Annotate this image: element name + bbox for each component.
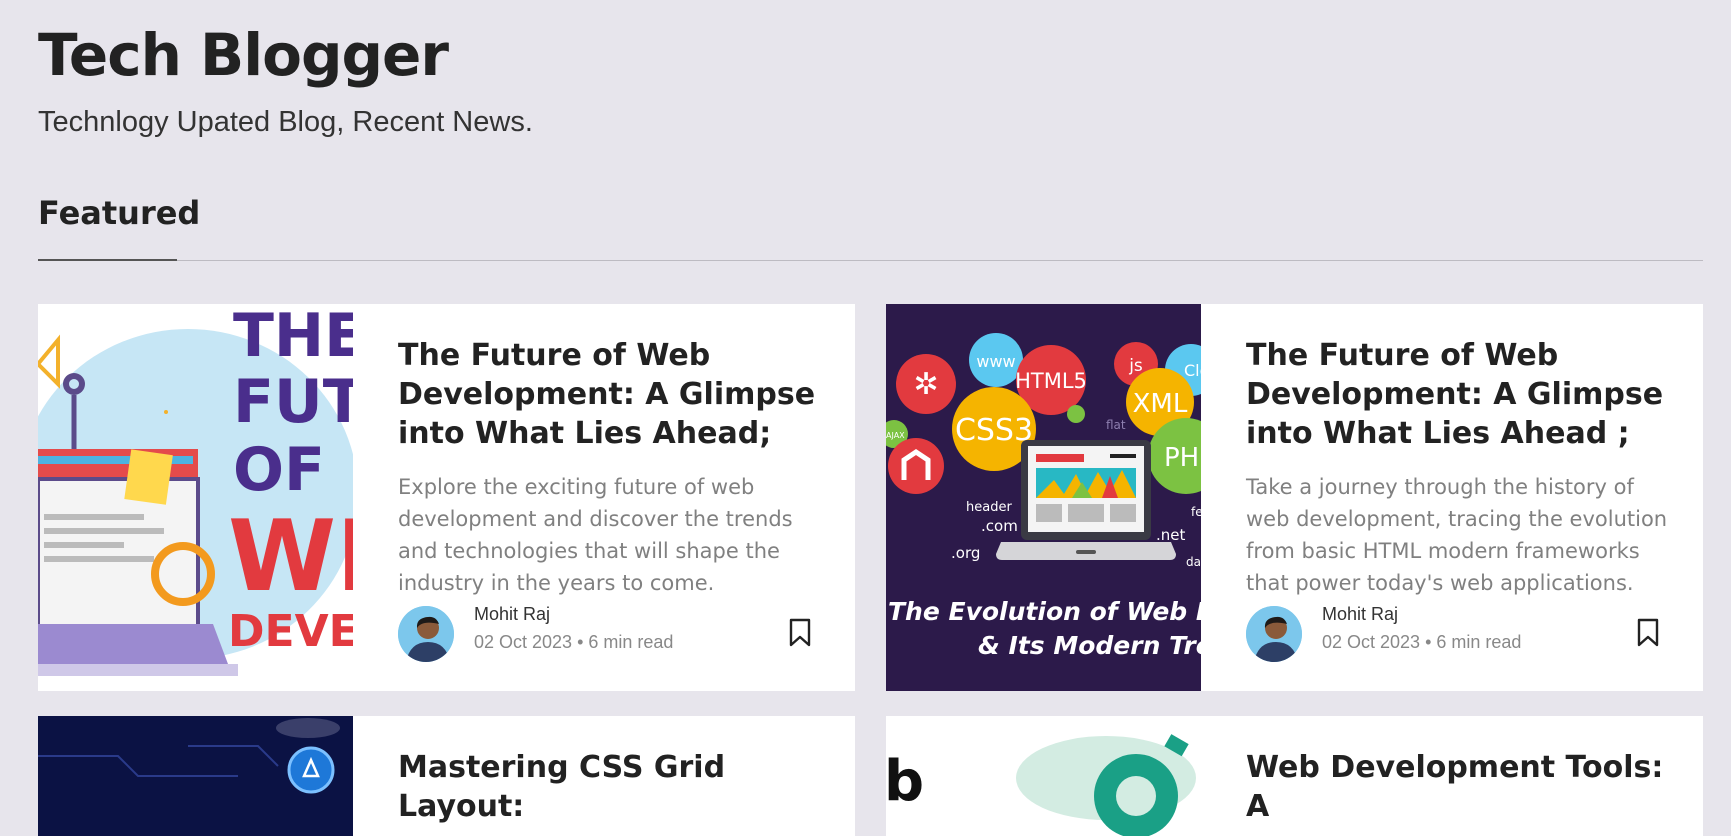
- bubble-php: PH: [1164, 443, 1199, 473]
- card-1-excerpt: Explore the exciting future of web devel…: [398, 475, 793, 595]
- label-header: header: [966, 500, 1012, 515]
- card-2-excerpt: Take a journey through the history of we…: [1246, 475, 1668, 595]
- card-4-title[interactable]: Web Development Tools: A: [1246, 748, 1669, 826]
- post-meta: 02 Oct 2023 • 6 min read: [474, 632, 674, 652]
- card-2-author: Mohit Raj 02 Oct 2023 • 6 min read: [1246, 604, 1659, 664]
- label-com: .com: [981, 517, 1018, 535]
- thumb-word-the: THE: [233, 304, 353, 371]
- thumb-word-deve: DEVE: [228, 606, 353, 657]
- card-3-title[interactable]: Mastering CSS Grid Layout:: [398, 748, 821, 826]
- card-3-thumbnail[interactable]: [38, 716, 353, 836]
- label-flat: flat: [1106, 418, 1126, 432]
- dev-tools-illustration: b: [886, 716, 1201, 836]
- site-tagline: Technlogy Upated Blog, Recent News.: [38, 106, 533, 138]
- css-grid-illustration: [38, 716, 353, 836]
- thumb-word-of: OF: [233, 435, 325, 505]
- label-fe: fe: [1191, 505, 1201, 519]
- thumb-caption-line1: The Evolution of Web Deve: [888, 597, 1201, 626]
- label-da: da: [1186, 555, 1201, 569]
- label-net: .net: [1156, 526, 1186, 544]
- card-1-title[interactable]: The Future of Web Development: A Glimpse…: [398, 336, 821, 453]
- bubble-www: www: [976, 352, 1015, 371]
- card-4-thumbnail[interactable]: b: [886, 716, 1201, 836]
- bubble-ajax: AJAX: [886, 431, 905, 440]
- thumb-word-fut: FUT: [233, 367, 353, 437]
- section-divider: [38, 260, 1703, 261]
- featured-card-1[interactable]: THE FUT OF WE DEVE The Future of Web Dev…: [38, 304, 855, 691]
- bubble-css3: CSS3: [955, 413, 1033, 448]
- featured-heading: Featured: [38, 194, 201, 232]
- card-1-author: Mohit Raj 02 Oct 2023 • 6 min read: [398, 604, 811, 664]
- thumb-caption-line2: & Its Modern Trend: [978, 631, 1201, 660]
- avatar: [1246, 606, 1302, 662]
- card-2-thumbnail[interactable]: ✲ www HTML5 js Clo XML CSS3 PH AJAX head…: [886, 304, 1201, 691]
- bubble-xml: XML: [1133, 389, 1188, 419]
- web-evolution-illustration: ✲ www HTML5 js Clo XML CSS3 PH AJAX head…: [886, 304, 1201, 691]
- bubble-js: js: [1128, 356, 1143, 376]
- author-name[interactable]: Mohit Raj: [1322, 604, 1398, 625]
- svg-text:✲: ✲: [913, 367, 938, 402]
- featured-card-2[interactable]: ✲ www HTML5 js Clo XML CSS3 PH AJAX head…: [886, 304, 1703, 691]
- label-org: .org: [951, 544, 980, 562]
- featured-card-4[interactable]: b Web Development Tools: A: [886, 716, 1703, 836]
- site-title[interactable]: Tech Blogger: [38, 22, 449, 89]
- section-divider-accent: [38, 259, 177, 261]
- bubble-html5: HTML5: [1015, 369, 1087, 393]
- bookmark-icon[interactable]: [789, 618, 811, 648]
- thumb-letter-b: b: [886, 749, 924, 814]
- card-1-thumbnail[interactable]: THE FUT OF WE DEVE: [38, 304, 353, 691]
- bookmark-icon[interactable]: [1637, 618, 1659, 648]
- future-web-illustration: THE FUT OF WE DEVE: [38, 304, 353, 691]
- post-meta: 02 Oct 2023 • 6 min read: [1322, 632, 1522, 652]
- avatar: [398, 606, 454, 662]
- card-2-title[interactable]: The Future of Web Development: A Glimpse…: [1246, 336, 1669, 453]
- bubble-cloud: Clo: [1184, 361, 1201, 380]
- thumb-word-we: WE: [228, 500, 353, 614]
- author-name[interactable]: Mohit Raj: [474, 604, 550, 625]
- featured-card-3[interactable]: Mastering CSS Grid Layout:: [38, 716, 855, 836]
